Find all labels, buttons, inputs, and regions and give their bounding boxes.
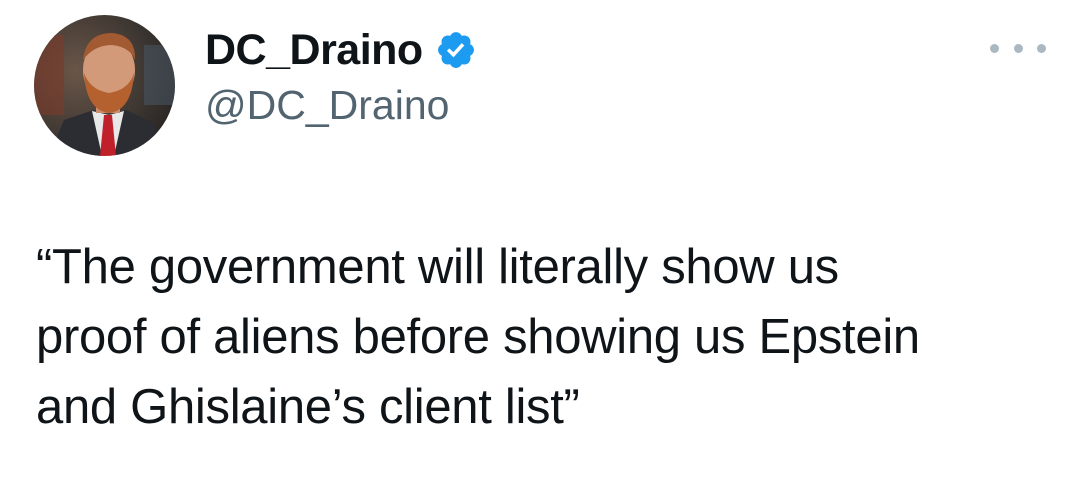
- more-options-icon[interactable]: [990, 38, 1046, 58]
- verified-badge-icon: [435, 29, 477, 71]
- display-name[interactable]: DC_Draino: [205, 28, 423, 72]
- tweet-text-line: proof of aliens before showing us Epstei…: [36, 310, 920, 364]
- avatar-photo: [34, 15, 175, 156]
- more-dot: [1037, 43, 1046, 53]
- tweet-text: “The government will literally show us p…: [36, 232, 1056, 442]
- tweet-text-line: and Ghislaine’s client list”: [36, 380, 580, 434]
- author-name-row: DC_Draino: [205, 20, 477, 80]
- avatar[interactable]: [34, 15, 175, 156]
- tweet-card: DC_Draino @DC_Draino “The government wil…: [0, 0, 1080, 487]
- author-handle[interactable]: @DC_Draino: [205, 85, 449, 126]
- more-dot: [990, 43, 999, 53]
- tweet-text-line: “The government will literally show us: [36, 240, 839, 294]
- more-dot: [1013, 43, 1023, 53]
